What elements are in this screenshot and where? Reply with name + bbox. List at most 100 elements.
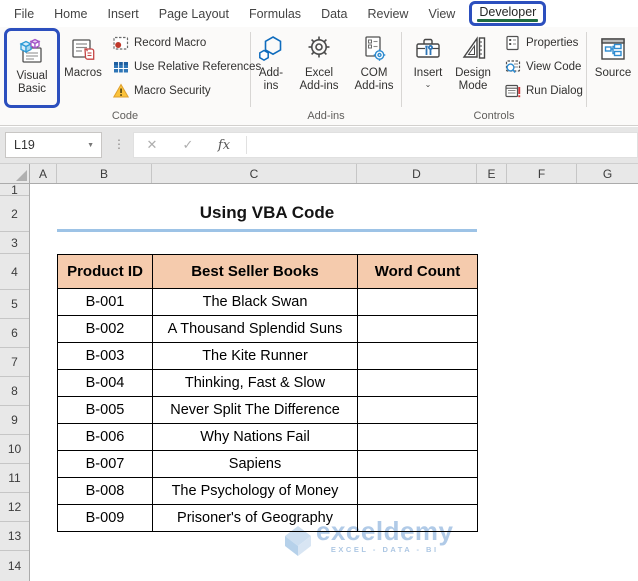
- row-header-12[interactable]: 12: [0, 493, 29, 522]
- header-word-count[interactable]: Word Count: [357, 254, 478, 289]
- record-macro-button[interactable]: Record Macro: [110, 31, 261, 55]
- row-header-8[interactable]: 8: [0, 377, 29, 406]
- formula-bar-grip-icon: ⋮: [113, 137, 125, 151]
- formula-input[interactable]: [251, 133, 637, 157]
- properties-button[interactable]: Properties: [502, 31, 583, 55]
- column-header-f[interactable]: F: [507, 164, 577, 183]
- column-header-a[interactable]: A: [30, 164, 57, 183]
- cell-product-id[interactable]: B-007: [57, 450, 153, 478]
- name-box-dropdown-icon[interactable]: ▼: [87, 142, 94, 149]
- tab-data[interactable]: Data: [311, 3, 357, 25]
- visual-basic-button[interactable]: Visual Basic: [9, 31, 55, 103]
- header-product-id[interactable]: Product ID: [57, 254, 153, 289]
- formula-bar: L19 ▼ ⋮ ✕ ✓ fx: [0, 127, 638, 163]
- com-addins-button[interactable]: COM Add-ins: [349, 27, 399, 93]
- row-header-7[interactable]: 7: [0, 348, 29, 377]
- macros-label: Macros: [64, 67, 102, 79]
- row-header-1[interactable]: 1: [0, 184, 29, 196]
- row-header-14[interactable]: 14: [0, 551, 29, 581]
- cell-word-count[interactable]: [357, 288, 478, 316]
- insert-function-icon[interactable]: fx: [206, 138, 242, 153]
- cell-book-title[interactable]: A Thousand Splendid Suns: [152, 315, 358, 343]
- tab-developer-label: Developer: [479, 5, 537, 19]
- cell-word-count[interactable]: [357, 423, 478, 451]
- row-header-9[interactable]: 9: [0, 406, 29, 435]
- cell-word-count[interactable]: [357, 450, 478, 478]
- source-label: Source: [594, 67, 632, 79]
- cell-word-count[interactable]: [357, 315, 478, 343]
- cell-word-count[interactable]: [357, 342, 478, 370]
- macros-button[interactable]: Macros: [61, 27, 105, 80]
- row-header-5[interactable]: 5: [0, 290, 29, 319]
- cell-word-count[interactable]: [357, 477, 478, 505]
- column-header-c[interactable]: C: [152, 164, 357, 183]
- row-header-6[interactable]: 6: [0, 319, 29, 348]
- cell-product-id[interactable]: B-004: [57, 369, 153, 397]
- tab-home[interactable]: Home: [44, 3, 97, 25]
- use-relative-references-button[interactable]: Use Relative References: [110, 55, 261, 79]
- column-header-g[interactable]: G: [577, 164, 638, 183]
- ribbon-group-controls: Insert ⌄ Design Mode Properties View Cod…: [402, 27, 586, 125]
- header-best-seller-books[interactable]: Best Seller Books: [152, 254, 358, 289]
- cell-word-count[interactable]: [357, 504, 478, 532]
- table-row: B-007 Sapiens: [57, 450, 478, 478]
- table-row: B-009 Prisoner's of Geography: [57, 504, 478, 532]
- tab-review[interactable]: Review: [357, 3, 418, 25]
- cell-product-id[interactable]: B-006: [57, 423, 153, 451]
- row-header-3[interactable]: 3: [0, 232, 29, 254]
- insert-control-button[interactable]: Insert ⌄: [406, 27, 450, 89]
- tab-view[interactable]: View: [418, 3, 465, 25]
- ribbon-tab-bar: File Home Insert Page Layout Formulas Da…: [0, 0, 638, 27]
- design-mode-button[interactable]: Design Mode: [450, 27, 496, 93]
- sheet-title-cell[interactable]: Using VBA Code: [57, 196, 477, 232]
- tab-developer[interactable]: Developer: [469, 1, 547, 26]
- cell-book-title[interactable]: Sapiens: [152, 450, 358, 478]
- column-header-b[interactable]: B: [57, 164, 152, 183]
- view-code-button[interactable]: View Code: [502, 55, 583, 79]
- tab-file[interactable]: File: [4, 3, 44, 25]
- table-row: B-001 The Black Swan: [57, 288, 478, 316]
- cell-book-title[interactable]: Prisoner's of Geography: [152, 504, 358, 532]
- worksheet-canvas[interactable]: Using VBA Code exceldemy EXCEL - DATA - …: [30, 184, 638, 581]
- cell-product-id[interactable]: B-003: [57, 342, 153, 370]
- excel-window: File Home Insert Page Layout Formulas Da…: [0, 0, 638, 581]
- cancel-formula-icon[interactable]: ✕: [134, 137, 170, 153]
- cell-book-title[interactable]: Thinking, Fast & Slow: [152, 369, 358, 397]
- cell-book-title[interactable]: Why Nations Fail: [152, 423, 358, 451]
- cell-book-title[interactable]: The Psychology of Money: [152, 477, 358, 505]
- excel-addins-label: Excel Add-ins: [299, 67, 339, 92]
- properties-icon: [504, 35, 521, 52]
- macro-security-button[interactable]: Macro Security: [110, 79, 261, 103]
- cell-product-id[interactable]: B-002: [57, 315, 153, 343]
- cell-book-title[interactable]: The Kite Runner: [152, 342, 358, 370]
- run-dialog-button[interactable]: Run Dialog: [502, 79, 583, 103]
- cell-product-id[interactable]: B-009: [57, 504, 153, 532]
- cell-product-id[interactable]: B-008: [57, 477, 153, 505]
- tab-page-layout[interactable]: Page Layout: [149, 3, 239, 25]
- cell-book-title[interactable]: The Black Swan: [152, 288, 358, 316]
- source-button[interactable]: Source: [588, 27, 638, 80]
- row-header-4[interactable]: 4: [0, 254, 29, 290]
- row-header-10[interactable]: 10: [0, 435, 29, 464]
- cell-word-count[interactable]: [357, 396, 478, 424]
- record-macro-label: Record Macro: [134, 37, 207, 49]
- excel-addins-gear-icon: [303, 33, 335, 65]
- tab-insert[interactable]: Insert: [98, 3, 149, 25]
- excel-addins-button[interactable]: Excel Add-ins: [295, 27, 343, 93]
- ribbon-group-xml: Source: [587, 27, 638, 125]
- select-all-corner[interactable]: [0, 164, 30, 183]
- relative-references-icon: [112, 59, 129, 76]
- name-box[interactable]: L19 ▼: [5, 132, 102, 158]
- cell-word-count[interactable]: [357, 369, 478, 397]
- column-header-e[interactable]: E: [477, 164, 507, 183]
- row-header-2[interactable]: 2: [0, 196, 29, 232]
- addins-button[interactable]: Add-ins: [253, 27, 289, 93]
- enter-formula-icon[interactable]: ✓: [170, 137, 206, 153]
- row-header-11[interactable]: 11: [0, 464, 29, 493]
- column-header-d[interactable]: D: [357, 164, 477, 183]
- row-header-13[interactable]: 13: [0, 522, 29, 551]
- tab-formulas[interactable]: Formulas: [239, 3, 311, 25]
- cell-book-title[interactable]: Never Split The Difference: [152, 396, 358, 424]
- cell-product-id[interactable]: B-001: [57, 288, 153, 316]
- cell-product-id[interactable]: B-005: [57, 396, 153, 424]
